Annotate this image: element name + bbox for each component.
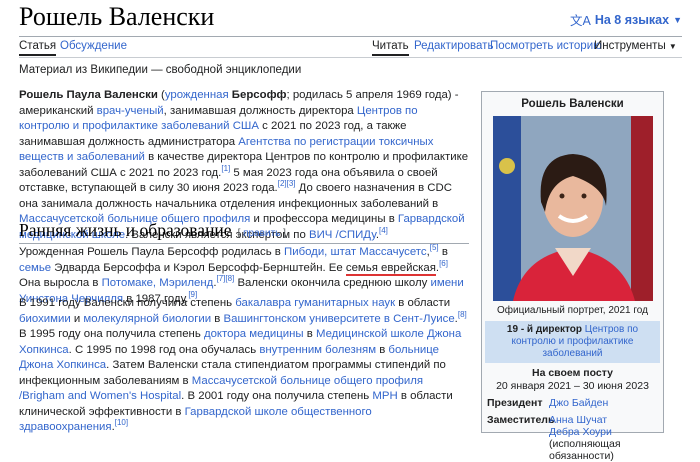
subject-name: Рошель Паула Валенски — [19, 89, 158, 101]
tabs-divider — [19, 57, 682, 58]
text: Урожденная Рошель Паула Берсофф родилась… — [19, 246, 285, 258]
link-md[interactable]: доктора медицины — [204, 328, 304, 340]
tools-label: Инструменты — [594, 40, 666, 52]
text: Эдварда Берсоффа и Кэрол Берсофф-Бернште… — [51, 261, 346, 274]
link-physician-scientist[interactable]: врач-ученый — [97, 105, 164, 117]
link-biochem[interactable]: биохимии — [19, 313, 71, 325]
position-prefix: 19 - й директор — [506, 324, 585, 335]
text: В 1991 году Валенски получила степень — [19, 297, 236, 309]
text: ( — [157, 89, 165, 101]
position-header: 19 - й директор Центров по контролю и пр… — [485, 321, 660, 363]
title-divider — [19, 36, 682, 37]
text: в — [438, 246, 448, 258]
chevron-down-icon: ▼ — [668, 42, 677, 51]
text: Она выросла в — [19, 277, 102, 289]
section-heading: Ранняя жизнь и образование [ править ] — [19, 220, 469, 244]
page-tabs: Статья Обсуждение Читать Редактировать П… — [19, 38, 682, 57]
maiden-name: Берсофф — [231, 89, 287, 101]
ref-8[interactable]: [8] — [458, 310, 467, 319]
tab-edit[interactable]: Редактировать — [414, 38, 493, 54]
ref-6[interactable]: [6] — [439, 259, 448, 268]
text: . С 1995 по 1998 год она обучалась — [68, 343, 260, 356]
link-mph[interactable]: MPH — [372, 390, 397, 402]
portrait-image — [492, 116, 653, 301]
tab-history[interactable]: Посмотреть историю — [490, 38, 602, 54]
tab-talk[interactable]: Обсуждение — [60, 38, 127, 54]
link-family[interactable]: семье — [19, 262, 51, 274]
section-edit: [ править ] — [238, 228, 286, 239]
link-molbio[interactable]: молекулярной биологии — [83, 313, 211, 325]
on-post-label: На своем посту — [532, 367, 613, 379]
official-portrait[interactable] — [492, 116, 653, 301]
deputy-label: Заместитель — [487, 414, 555, 426]
tab-read[interactable]: Читать — [372, 38, 409, 56]
term-dates: 20 января 2021 – 30 июня 2023 — [496, 380, 649, 392]
deputy-note: (исполняющая обязанности) — [549, 438, 621, 462]
tools-menu[interactable]: Инструменты ▼ — [594, 38, 677, 55]
text: , занимавшая должность директора — [163, 104, 357, 117]
text: ] — [280, 228, 286, 239]
president-row: Президент Джо Байден — [482, 397, 663, 409]
page-title: Рошель Валенски — [19, 2, 215, 31]
translate-icon: 文A — [570, 14, 591, 28]
infobox: Рошель Валенски Официальный портрет, 202… — [481, 91, 664, 462]
tab-article[interactable]: Статья — [19, 38, 57, 56]
site-tagline: Материал из Википедии — свободной энцикл… — [19, 64, 302, 76]
link-potomac[interactable]: Потомаке, Мэриленд — [102, 277, 214, 289]
text: в области — [395, 297, 451, 309]
link-born[interactable]: урожденная — [165, 89, 229, 101]
portrait-caption: Официальный портрет, 2021 год — [497, 305, 648, 316]
text: и — [70, 312, 84, 325]
chevron-down-icon: ▼ — [673, 14, 682, 25]
link-houry[interactable]: Дебра Хоури — [549, 426, 612, 438]
link-peabody[interactable]: Пибоди, штат Массачусетс — [284, 246, 427, 258]
highlighted-text: семья еврейская — [345, 261, 436, 276]
text: Валенски окончила среднюю школу — [234, 277, 431, 289]
edit-section-link[interactable]: править — [243, 228, 280, 239]
link-biden[interactable]: Джо Байден — [549, 397, 608, 409]
education-paragraph: В 1991 году Валенски получила степень ба… — [19, 296, 469, 436]
infobox-title: Рошель Валенски — [521, 98, 624, 110]
text: в — [303, 328, 316, 340]
ref-5[interactable]: [5] — [430, 243, 439, 252]
link-ba[interactable]: бакалавра гуманитарных наук — [235, 297, 395, 309]
text: В 1995 году она получила степень — [19, 328, 204, 340]
ref-2-3[interactable]: [2][3] — [278, 179, 296, 188]
ref-7-8[interactable]: [7][8] — [216, 274, 234, 283]
language-count: На 8 языках — [594, 12, 670, 27]
president-label: Президент — [487, 397, 543, 409]
link-internal-med[interactable]: внутренним болезням — [259, 344, 376, 356]
link-schuchat[interactable]: Анна Шучат — [549, 414, 607, 426]
language-selector[interactable]: 文A На 8 языках ▼ — [570, 10, 682, 29]
deputy-row: Заместитель Анна Шучат Дебра Хоури (испо… — [482, 414, 663, 462]
text: в — [211, 312, 224, 325]
ref-1[interactable]: [1] — [221, 164, 230, 173]
section-title: Ранняя жизнь и образование — [19, 220, 232, 240]
link-wustl[interactable]: Вашингтонском университете в Сент-Луисе — [224, 313, 455, 325]
text: . В 2001 году она получила степень — [181, 390, 373, 402]
text: в — [376, 343, 389, 356]
